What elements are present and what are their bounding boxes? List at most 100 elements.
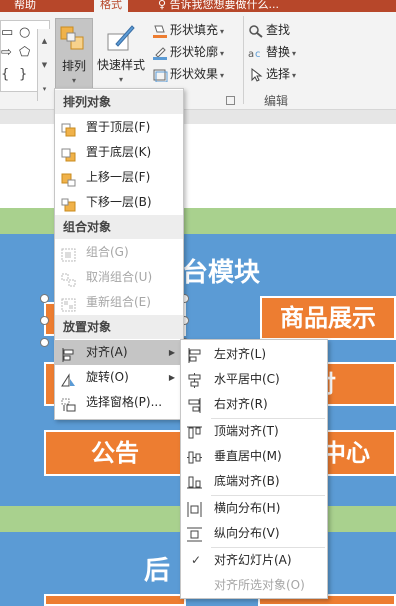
- find-button[interactable]: 查找: [248, 20, 290, 40]
- cursor-arrow-icon: [248, 67, 264, 82]
- tab-format[interactable]: 格式: [94, 0, 128, 12]
- chevron-down-icon: ▾: [220, 27, 225, 36]
- arrange-button[interactable]: 排列 ▾: [55, 18, 93, 98]
- module-heading-bottom[interactable]: 后: [144, 550, 170, 587]
- align-label: 对齐(A): [86, 345, 128, 359]
- left-brace-shape-icon[interactable]: {: [1, 67, 9, 82]
- selection-handle[interactable]: [40, 338, 49, 347]
- search-icon: [248, 24, 264, 38]
- bring-to-front-item[interactable]: 置于顶层(F): [55, 115, 183, 140]
- replace-icon: ac: [248, 46, 264, 60]
- scroll-up-icon[interactable]: ▲: [38, 29, 51, 53]
- align-left-item[interactable]: 左对齐(L): [181, 342, 327, 367]
- arrange-dropdown-menu: 排列对象 置于顶层(F) 置于底层(K) 上移一层(F) 下移一层(B) 组合对…: [54, 88, 184, 420]
- distribute-horizontal-label: 横向分布(H): [214, 501, 281, 515]
- chevron-down-icon: ▾: [118, 75, 123, 84]
- shape-outline-button[interactable]: 形状轮廓 ▾: [152, 42, 224, 62]
- selection-handle[interactable]: [40, 316, 49, 325]
- align-to-slide-label: 对齐幻灯片(A): [214, 553, 292, 567]
- align-center-icon: [187, 372, 202, 388]
- ribbon-tab-bar: 帮助 格式 ♀ 告诉我您想要做什么...: [0, 0, 396, 12]
- bottom-left-box[interactable]: [44, 594, 186, 606]
- shape-fill-label: 形状填充: [170, 23, 219, 37]
- dialog-launcher-icon[interactable]: [226, 96, 235, 105]
- rotate-item[interactable]: 旋转(O) ▶: [55, 365, 183, 390]
- shape-fill-button[interactable]: 形状填充 ▾: [152, 20, 224, 40]
- arrange-label: 排列: [61, 59, 86, 73]
- replace-label: 替换: [266, 45, 291, 59]
- send-backward-label: 下移一层(B): [86, 195, 152, 209]
- pentagon-shape-icon[interactable]: ⬠: [19, 45, 30, 60]
- shape-effects-label: 形状效果: [170, 67, 219, 81]
- group-label: 组合(G): [86, 245, 129, 259]
- regroup-label: 重新组合(E): [86, 295, 151, 309]
- select-label: 选择: [266, 67, 291, 81]
- shapes-gallery-scroll[interactable]: ▲ ▼ ▾: [37, 29, 51, 101]
- arrow-shape-icon[interactable]: ⇨: [1, 45, 12, 60]
- oval-shape-icon[interactable]: ○: [19, 25, 30, 40]
- quick-styles-button[interactable]: 快速样式 ▾: [94, 18, 148, 98]
- align-middle-item[interactable]: 垂直居中(M): [181, 444, 327, 469]
- align-selected-label: 对齐所选对象(O): [214, 578, 305, 592]
- ungroup-item[interactable]: 取消组合(U): [55, 265, 183, 290]
- selection-pane-label: 选择窗格(P)...: [86, 395, 163, 409]
- checkmark-icon: ✓: [191, 553, 202, 567]
- select-button[interactable]: 选择 ▾: [248, 64, 296, 84]
- module-heading-top[interactable]: 台模块: [182, 252, 260, 289]
- align-center-item[interactable]: 水平居中(C): [181, 367, 327, 392]
- notice-box[interactable]: 公告: [44, 430, 186, 476]
- send-backward-item[interactable]: 下移一层(B): [55, 190, 183, 215]
- tell-me-search[interactable]: ♀ 告诉我您想要做什么...: [158, 0, 279, 12]
- bring-forward-icon: [61, 171, 76, 187]
- shapes-gallery[interactable]: ▭ ○ ⇨ ⬠ { } ▲ ▼ ▾: [0, 20, 51, 101]
- align-top-label: 顶端对齐(T): [214, 424, 279, 438]
- right-brace-shape-icon[interactable]: }: [19, 67, 27, 82]
- scroll-down-icon[interactable]: ▼: [38, 53, 51, 77]
- product-display-box[interactable]: 商品展示: [260, 296, 396, 340]
- chevron-down-icon: ▾: [292, 49, 297, 58]
- chevron-down-icon: ▾: [220, 49, 225, 58]
- align-submenu: 左对齐(L) 水平居中(C) 右对齐(R) 顶端对齐(T) 垂直居中(M) 底端…: [180, 339, 328, 599]
- align-middle-label: 垂直居中(M): [214, 449, 282, 463]
- rotate-label: 旋转(O): [86, 370, 129, 384]
- align-center-label: 水平居中(C): [214, 372, 280, 386]
- align-right-icon: [187, 397, 202, 413]
- regroup-icon: [61, 296, 76, 312]
- shape-effects-button[interactable]: 形状效果 ▾: [152, 64, 224, 84]
- position-objects-header: 放置对象: [55, 315, 183, 339]
- lightbulb-icon: ♀: [158, 0, 167, 11]
- distribute-vertical-item[interactable]: 纵向分布(V): [181, 521, 327, 546]
- align-icon: [61, 346, 76, 362]
- send-backward-icon: [61, 196, 76, 212]
- bring-forward-item[interactable]: 上移一层(F): [55, 165, 183, 190]
- selection-pane-item[interactable]: 选择窗格(P)...: [55, 390, 183, 415]
- bring-to-front-label: 置于顶层(F): [86, 120, 151, 134]
- align-item[interactable]: 对齐(A) ▶: [55, 340, 183, 365]
- align-right-label: 右对齐(R): [214, 397, 268, 411]
- align-to-slide-item[interactable]: ✓ 对齐幻灯片(A): [181, 548, 327, 573]
- distribute-horizontal-icon: [187, 501, 202, 517]
- align-left-icon: [187, 347, 202, 363]
- pen-icon: [152, 46, 168, 60]
- find-label: 查找: [266, 23, 291, 37]
- shape-effects-icon: [152, 68, 168, 82]
- group-separator: [243, 16, 244, 104]
- send-to-back-item[interactable]: 置于底层(K): [55, 140, 183, 165]
- rectangle-shape-icon[interactable]: ▭: [1, 25, 13, 40]
- send-to-back-label: 置于底层(K): [86, 145, 152, 159]
- align-left-label: 左对齐(L): [214, 347, 267, 361]
- gallery-more-icon[interactable]: ▾: [38, 77, 51, 101]
- selection-handle[interactable]: [40, 294, 49, 303]
- align-selected-item[interactable]: 对齐所选对象(O): [181, 573, 327, 598]
- align-right-item[interactable]: 右对齐(R): [181, 392, 327, 417]
- ungroup-icon: [61, 271, 76, 287]
- group-item[interactable]: 组合(G): [55, 240, 183, 265]
- replace-button[interactable]: ac 替换 ▾: [248, 42, 296, 62]
- tab-help[interactable]: 帮助: [14, 0, 36, 12]
- align-top-icon: [187, 424, 202, 439]
- arrange-objects-header: 排列对象: [55, 90, 183, 114]
- distribute-horizontal-item[interactable]: 横向分布(H): [181, 496, 327, 521]
- align-bottom-item[interactable]: 底端对齐(B): [181, 469, 327, 494]
- regroup-item[interactable]: 重新组合(E): [55, 290, 183, 315]
- align-top-item[interactable]: 顶端对齐(T): [181, 419, 327, 444]
